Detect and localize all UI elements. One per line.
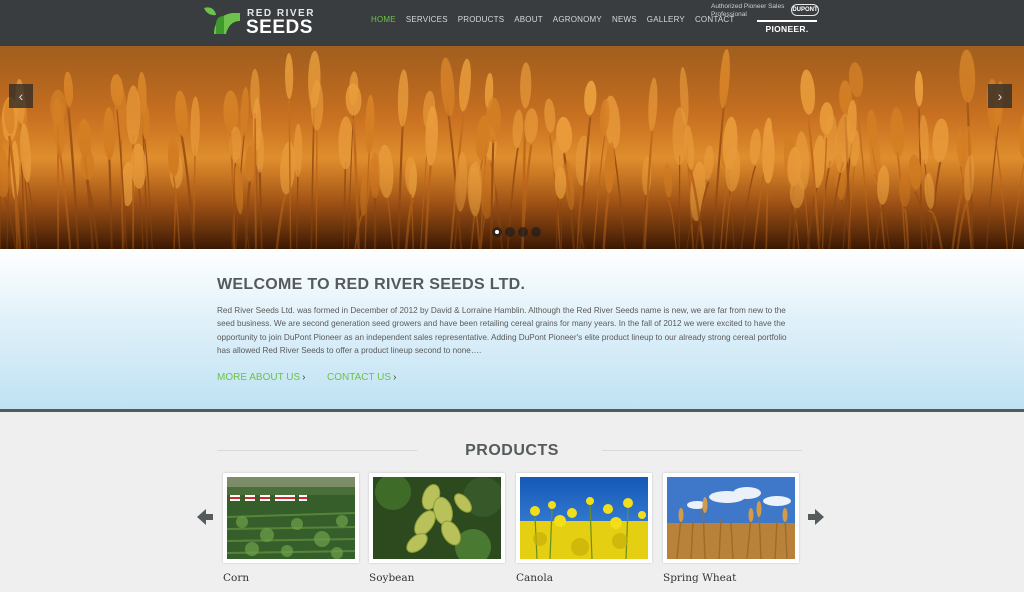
chevron-left-icon: ‹ (18, 88, 24, 104)
products-prev-button[interactable] (195, 507, 215, 531)
nav-news[interactable]: NEWS (607, 15, 642, 24)
nav-gallery[interactable]: GALLERY (642, 15, 690, 24)
arrow-left-icon (197, 509, 213, 525)
product-card-corn[interactable] (223, 473, 359, 563)
leaf-logo-icon (204, 7, 240, 34)
nav-home[interactable]: HOME (366, 15, 401, 24)
welcome-section: WELCOME TO RED RIVER SEEDS LTD. Red Rive… (0, 249, 1024, 412)
soybean-image (373, 477, 501, 559)
spring-wheat-image (667, 477, 795, 559)
chevron-right-icon: › (393, 372, 397, 383)
product-card-canola[interactable] (516, 473, 652, 563)
slider-dot[interactable] (505, 227, 515, 237)
contact-us-link[interactable]: CONTACT US › (327, 372, 396, 383)
arrow-right-icon (808, 509, 824, 525)
site-header: RED RIVER SEEDS HOME SERVICES PRODUCTS A… (0, 0, 1024, 46)
more-about-us-label: MORE ABOUT US (217, 372, 301, 383)
logo[interactable]: RED RIVER SEEDS (202, 4, 314, 40)
corn-image (227, 477, 355, 559)
slider-dot[interactable] (518, 227, 528, 237)
hero-slider: ‹ › (0, 46, 1024, 249)
hero-next-button[interactable]: › (988, 84, 1012, 108)
hero-prev-button[interactable]: ‹ (9, 84, 33, 108)
pioneer-logo: PIONEER. (757, 20, 817, 36)
products-title: PRODUCTS (465, 442, 559, 459)
canola-image (520, 477, 648, 559)
product-card-soybean[interactable] (369, 473, 505, 563)
nav-about[interactable]: ABOUT (509, 15, 548, 24)
welcome-body: Red River Seeds Ltd. was formed in Decem… (217, 306, 787, 356)
contact-us-label: CONTACT US (327, 372, 392, 383)
slider-dots (492, 227, 541, 237)
slider-dot[interactable] (531, 227, 541, 237)
more-about-us-link[interactable]: MORE ABOUT US › (217, 372, 306, 383)
products-next-button[interactable] (806, 507, 826, 531)
main-nav: HOME SERVICES PRODUCTS ABOUT AGRONOMY NE… (366, 15, 739, 24)
partner-badge: Authorized Pioneer Sales Professional DU… (711, 2, 821, 42)
logo-text-bottom: SEEDS (246, 17, 313, 38)
chevron-right-icon: › (997, 88, 1003, 104)
welcome-title: WELCOME TO RED RIVER SEEDS LTD. (217, 276, 526, 293)
wheat-field-image (0, 46, 1024, 249)
product-label-corn[interactable]: Corn (223, 572, 249, 584)
dupont-logo: DUPONT (791, 4, 819, 16)
product-label-soybean[interactable]: Soybean (369, 572, 414, 584)
products-section: PRODUCTS Corn Soybean Canola Spring Whea… (0, 415, 1024, 592)
product-label-canola[interactable]: Canola (516, 572, 553, 584)
product-label-spring-wheat[interactable]: Spring Wheat (663, 572, 736, 584)
product-card-spring-wheat[interactable] (663, 473, 799, 563)
chevron-right-icon: › (302, 372, 306, 383)
nav-products[interactable]: PRODUCTS (453, 15, 510, 24)
partner-text: Authorized Pioneer Sales Professional (711, 3, 785, 18)
slider-dot[interactable] (492, 227, 502, 237)
nav-services[interactable]: SERVICES (401, 15, 453, 24)
nav-agronomy[interactable]: AGRONOMY (548, 15, 607, 24)
